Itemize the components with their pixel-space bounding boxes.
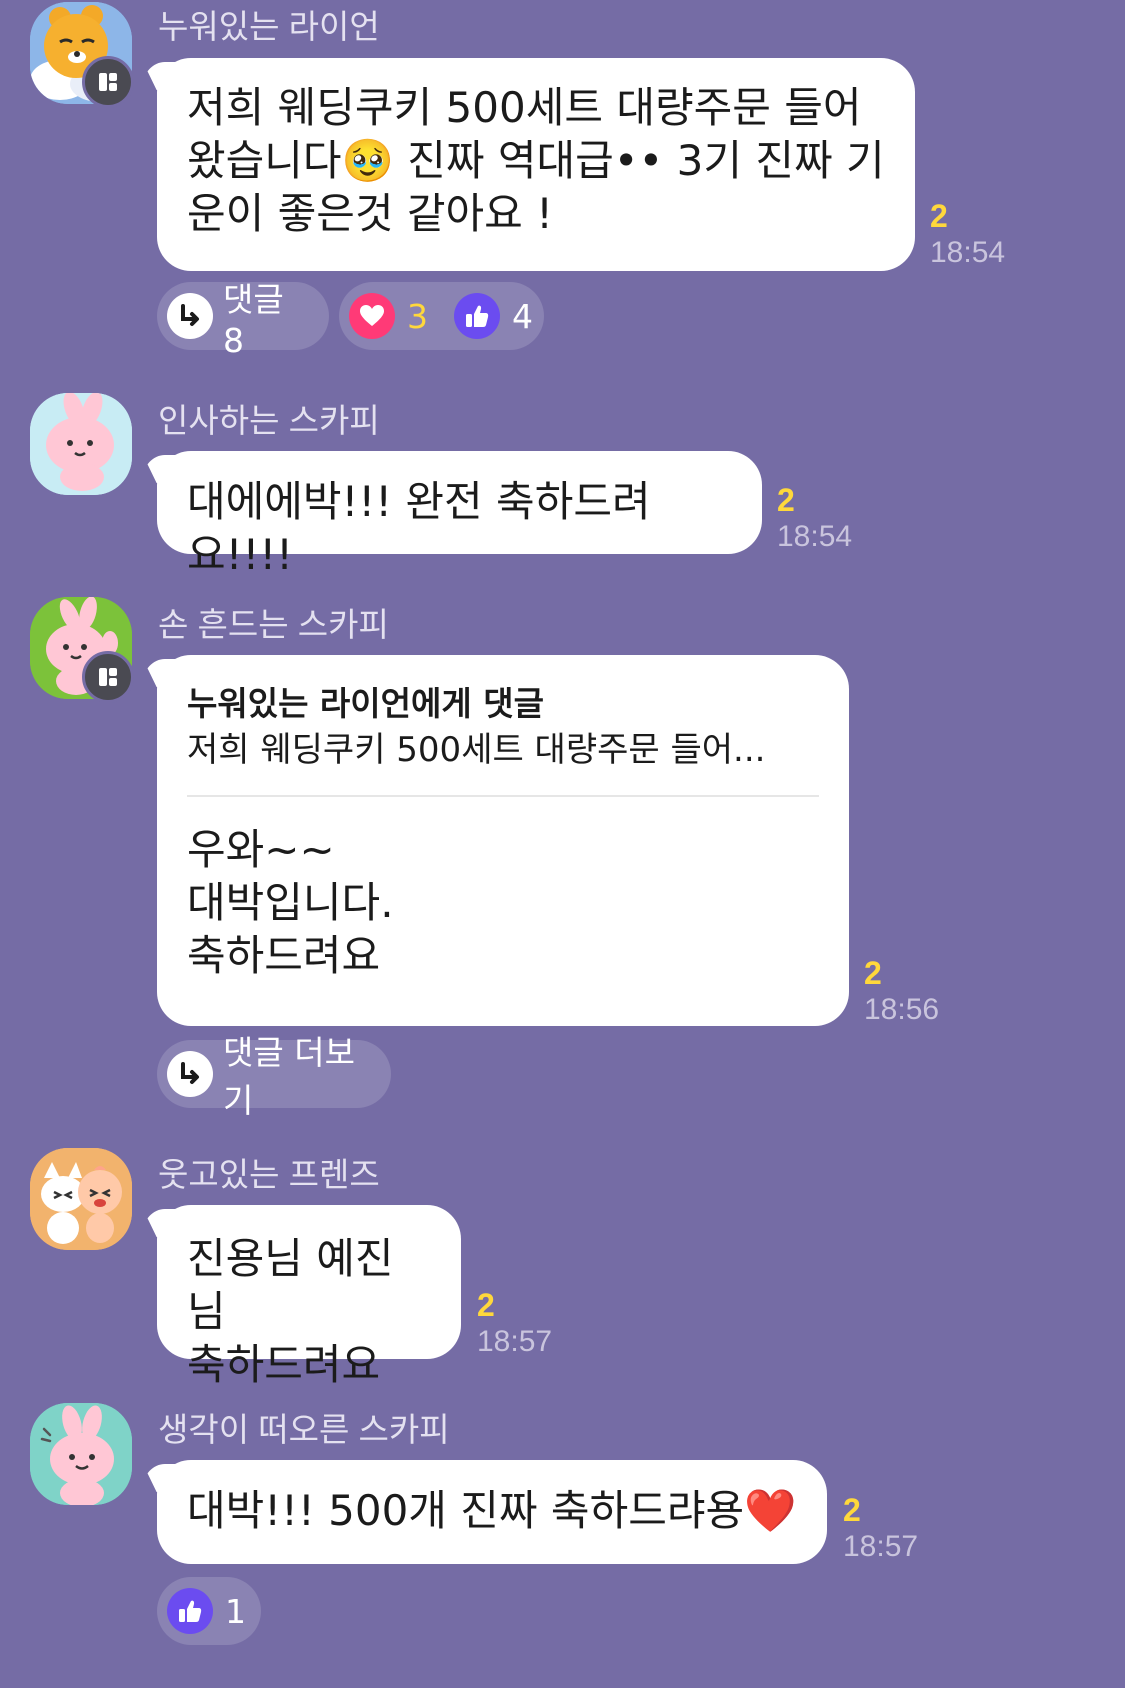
unread-count: 2: [864, 955, 882, 991]
sender-avatar[interactable]: [30, 597, 134, 703]
more-replies-button[interactable]: 댓글 더보기: [157, 1033, 391, 1120]
heart-icon: [349, 293, 395, 339]
thumbs-up-icon: [454, 293, 500, 339]
timestamp: 18:54: [777, 520, 853, 553]
message-text: 대에에박!!! 완전 축하드려요!!!!: [187, 477, 651, 579]
unread-count: 2: [843, 1492, 861, 1528]
sender-name: 웃고있는 프렌즈: [158, 1156, 380, 1193]
scarpy-greeting-icon: [30, 393, 132, 495]
like-count: 1: [225, 1591, 246, 1631]
message-text: 저희 웨딩쿠키 500세트 대량주문 들어 왔습니다🥹 진짜 역대급•• 3기 …: [187, 83, 885, 238]
sender-name: 인사하는 스카피: [158, 402, 380, 439]
unread-count: 2: [477, 1287, 495, 1323]
reply-target: 누워있는 라이언에게 댓글: [187, 684, 544, 723]
scarpy-idea-icon: [30, 1403, 132, 1505]
timestamp: 18:54: [930, 236, 1006, 269]
message-bubble[interactable]: 대에에박!!! 완전 축하드려요!!!!: [157, 451, 762, 579]
like-count: 4: [512, 296, 533, 336]
group-badge-icon: [82, 56, 134, 108]
message-meta: 2 18:54: [930, 198, 1005, 272]
message-meta: 2 18:56: [864, 955, 939, 1029]
friends-laughing-icon: [30, 1148, 132, 1250]
sender-avatar[interactable]: [30, 1403, 132, 1505]
heart-count: 3: [407, 296, 428, 336]
message-text: 우와~~ 대박입니다. 축하드려요: [187, 825, 394, 980]
sender-avatar[interactable]: [30, 2, 134, 108]
message-meta: 2 18:54: [777, 482, 852, 556]
sender-name: 생각이 떠오른 스카피: [158, 1411, 450, 1448]
thumbs-up-icon: [167, 1588, 213, 1634]
message-text: 대박!!! 500개 진짜 축하드랴용❤️: [187, 1486, 797, 1535]
reactions-pill[interactable]: 3 4: [339, 282, 544, 350]
message-meta: 2 18:57: [477, 1287, 552, 1361]
group-badge-icon: [82, 651, 134, 703]
quoted-message[interactable]: 저희 웨딩쿠키 500세트 대량주문 들어...: [187, 727, 819, 773]
reply-arrow-icon: [167, 1051, 213, 1097]
unread-count: 2: [777, 482, 795, 518]
message-bubble[interactable]: 진용님 예진님 축하드려요: [157, 1205, 461, 1389]
quote-divider: [187, 795, 819, 797]
reactions-pill[interactable]: 1: [157, 1577, 261, 1645]
reply-arrow-icon: [167, 293, 213, 339]
sender-avatar[interactable]: [30, 1148, 132, 1250]
reply-bubble[interactable]: 누워있는 라이언에게 댓글 저희 웨딩쿠키 500세트 대량주문 들어... 우…: [157, 655, 849, 1026]
message-text: 진용님 예진님 축하드려요: [187, 1234, 394, 1389]
more-replies-label: 댓글 더보기: [223, 1033, 355, 1120]
sender-name: 손 흔드는 스카피: [158, 606, 389, 643]
unread-count: 2: [930, 198, 948, 234]
message-bubble[interactable]: 저희 웨딩쿠키 500세트 대량주문 들어 왔습니다🥹 진짜 역대급•• 3기 …: [157, 58, 915, 271]
reply-count-button[interactable]: 댓글 8: [157, 280, 329, 360]
message-bubble[interactable]: 대박!!! 500개 진짜 축하드랴용❤️: [157, 1460, 827, 1564]
timestamp: 18:57: [843, 1530, 919, 1563]
timestamp: 18:57: [477, 1325, 553, 1358]
timestamp: 18:56: [864, 993, 940, 1026]
sender-name: 누워있는 라이언: [158, 8, 380, 45]
sender-avatar[interactable]: [30, 393, 132, 495]
reply-count-label: 댓글 8: [223, 279, 284, 360]
message-meta: 2 18:57: [843, 1492, 918, 1566]
